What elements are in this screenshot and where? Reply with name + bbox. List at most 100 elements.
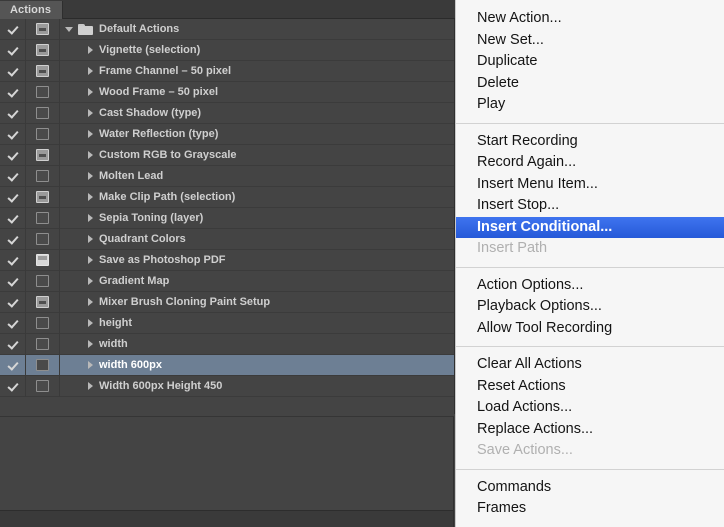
dialog-toggle-15[interactable]: [25, 355, 60, 376]
checkmark-icon: [7, 150, 18, 161]
menu-item-label: Insert Path: [477, 240, 547, 256]
action-disclosure-7[interactable]: [81, 193, 99, 201]
menu-item[interactable]: Commands: [456, 477, 724, 499]
action-toggle-14[interactable]: [0, 334, 25, 355]
dialog-toggle-2[interactable]: [25, 82, 60, 103]
menu-item[interactable]: Delete: [456, 73, 724, 95]
menu-item[interactable]: Allow Tool Recording: [456, 318, 724, 340]
action-disclosure-16[interactable]: [81, 382, 99, 390]
action-row[interactable]: Quadrant Colors: [0, 229, 454, 250]
action-row[interactable]: height: [0, 313, 454, 334]
menu-item[interactable]: Insert Menu Item...: [456, 174, 724, 196]
action-disclosure-4[interactable]: [81, 130, 99, 138]
action-disclosure-11[interactable]: [81, 277, 99, 285]
menu-item[interactable]: Frames: [456, 498, 724, 520]
action-disclosure-14[interactable]: [81, 340, 99, 348]
menu-item[interactable]: New Set...: [456, 30, 724, 52]
dialog-toggle-12[interactable]: [25, 292, 60, 313]
action-row[interactable]: Cast Shadow (type): [0, 103, 454, 124]
dialog-toggle-1[interactable]: [25, 61, 60, 82]
action-row[interactable]: Frame Channel – 50 pixel: [0, 61, 454, 82]
dialog-toggle-10[interactable]: [25, 250, 60, 271]
action-disclosure-5[interactable]: [81, 151, 99, 159]
action-disclosure-12[interactable]: [81, 298, 99, 306]
action-toggle-15[interactable]: [0, 355, 25, 376]
action-disclosure-9[interactable]: [81, 235, 99, 243]
action-toggle-12[interactable]: [0, 292, 25, 313]
dialog-toggle-7[interactable]: [25, 187, 60, 208]
dialog-toggle-5[interactable]: [25, 145, 60, 166]
dialog-toggle-set[interactable]: [25, 19, 60, 40]
dialog-toggle-13[interactable]: [25, 313, 60, 334]
action-disclosure-15[interactable]: [81, 361, 99, 369]
action-disclosure-8[interactable]: [81, 214, 99, 222]
checkmark-icon: [7, 360, 18, 371]
action-toggle-9[interactable]: [0, 229, 25, 250]
menu-item[interactable]: Playback Options...: [456, 296, 724, 318]
action-set-disclosure[interactable]: [60, 27, 78, 32]
menu-item[interactable]: Action Options...: [456, 275, 724, 297]
action-disclosure-2[interactable]: [81, 88, 99, 96]
checkmark-icon: [7, 276, 18, 287]
action-disclosure-3[interactable]: [81, 109, 99, 117]
action-toggle-7[interactable]: [0, 187, 25, 208]
menu-item[interactable]: New Action...: [456, 8, 724, 30]
action-toggle-11[interactable]: [0, 271, 25, 292]
menu-item[interactable]: Load Actions...: [456, 397, 724, 419]
action-toggle-2[interactable]: [0, 82, 25, 103]
dialog-toggle-11[interactable]: [25, 271, 60, 292]
action-row[interactable]: Vignette (selection): [0, 40, 454, 61]
action-toggle-0[interactable]: [0, 40, 25, 61]
dialog-toggle-4[interactable]: [25, 124, 60, 145]
action-toggle-16[interactable]: [0, 376, 25, 397]
action-row[interactable]: Molten Lead: [0, 166, 454, 187]
action-row[interactable]: Sepia Toning (layer): [0, 208, 454, 229]
action-toggle-4[interactable]: [0, 124, 25, 145]
action-toggle-set[interactable]: [0, 19, 25, 40]
action-row[interactable]: Mixer Brush Cloning Paint Setup: [0, 292, 454, 313]
action-toggle-5[interactable]: [0, 145, 25, 166]
dialog-toggle-8[interactable]: [25, 208, 60, 229]
action-toggle-10[interactable]: [0, 250, 25, 271]
tab-actions[interactable]: Actions: [0, 1, 63, 20]
action-disclosure-10[interactable]: [81, 256, 99, 264]
action-disclosure-6[interactable]: [81, 172, 99, 180]
action-set-row[interactable]: Default Actions: [0, 19, 454, 40]
action-row[interactable]: Wood Frame – 50 pixel: [0, 82, 454, 103]
action-toggle-13[interactable]: [0, 313, 25, 334]
menu-item[interactable]: Clear All Actions: [456, 354, 724, 376]
menu-item-label: New Set...: [477, 32, 544, 48]
menu-item[interactable]: Play: [456, 94, 724, 116]
dialog-toggle-14[interactable]: [25, 334, 60, 355]
dialog-toggle-6[interactable]: [25, 166, 60, 187]
menu-item[interactable]: Record Again...: [456, 152, 724, 174]
dialog-toggle-3[interactable]: [25, 103, 60, 124]
action-toggle-6[interactable]: [0, 166, 25, 187]
action-row[interactable]: width 600px: [0, 355, 454, 376]
action-row[interactable]: width: [0, 334, 454, 355]
action-toggle-8[interactable]: [0, 208, 25, 229]
menu-item[interactable]: Duplicate: [456, 51, 724, 73]
action-row[interactable]: Gradient Map: [0, 271, 454, 292]
menu-item[interactable]: Insert Conditional...: [456, 217, 724, 239]
action-row[interactable]: Water Reflection (type): [0, 124, 454, 145]
checkmark-icon: [7, 192, 18, 203]
action-disclosure-13[interactable]: [81, 319, 99, 327]
action-disclosure-1[interactable]: [81, 67, 99, 75]
action-row[interactable]: Custom RGB to Grayscale: [0, 145, 454, 166]
menu-item[interactable]: Reset Actions: [456, 376, 724, 398]
menu-item[interactable]: Start Recording: [456, 131, 724, 153]
chevron-down-icon: [65, 27, 73, 32]
menu-item[interactable]: Insert Stop...: [456, 195, 724, 217]
action-toggle-3[interactable]: [0, 103, 25, 124]
action-disclosure-0[interactable]: [81, 46, 99, 54]
action-row-content: Sepia Toning (layer): [60, 208, 203, 229]
menu-item[interactable]: Replace Actions...: [456, 419, 724, 441]
dialog-toggle-9[interactable]: [25, 229, 60, 250]
action-row[interactable]: Width 600px Height 450: [0, 376, 454, 397]
dialog-toggle-16[interactable]: [25, 376, 60, 397]
action-row[interactable]: Make Clip Path (selection): [0, 187, 454, 208]
action-row[interactable]: Save as Photoshop PDF: [0, 250, 454, 271]
action-toggle-1[interactable]: [0, 61, 25, 82]
dialog-toggle-0[interactable]: [25, 40, 60, 61]
